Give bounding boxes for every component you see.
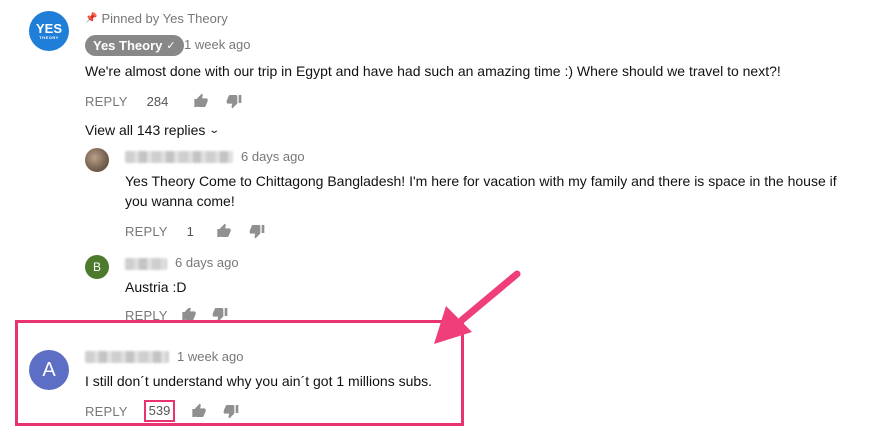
reply-button[interactable]: REPLY [85,404,128,419]
chevron-down-icon: ⌄ [208,124,221,136]
author-name: Yes Theory [93,38,163,53]
reply-action-bar-clipped: REPLY [125,308,228,320]
thumbs-down-icon[interactable] [249,223,265,239]
reply-button[interactable]: REPLY [85,94,128,109]
pinned-indicator: 📌 Pinned by Yes Theory [85,11,228,26]
pin-icon: 📌 [85,13,98,24]
thumbs-down-icon[interactable] [226,93,242,109]
redacted-username [125,258,167,270]
pinned-action-bar: REPLY 284 [85,93,242,109]
avatar-letter: A [42,358,56,381]
pinned-timestamp[interactable]: 1 week ago [184,37,251,52]
pinned-comment-text: We're almost done with our trip in Egypt… [85,63,781,79]
thumbs-up-icon[interactable] [191,403,207,419]
thumbs-down-icon[interactable] [223,403,239,419]
view-replies-label: View all 143 replies [85,122,206,138]
reply-comment-text: Austria :D [125,279,187,295]
like-count-highlighted: 539 [143,400,176,422]
comment-action-bar: REPLY 539 [85,400,239,422]
reply-avatar-photo[interactable] [85,148,109,172]
channel-avatar-text: YES [35,21,62,36]
commenter-avatar-a[interactable]: A [29,350,69,390]
view-replies-button[interactable]: View all 143 replies ⌄ [85,122,221,138]
pinned-label: Pinned by Yes Theory [101,11,228,26]
reply-avatar-b[interactable]: B [85,255,109,279]
redacted-username [85,351,169,363]
reply-comment-text-line1: Yes Theory Come to Chittagong Bangladesh… [125,173,837,189]
author-badge[interactable]: Yes Theory ✓ [85,35,184,56]
thumbs-up-icon[interactable] [193,93,209,109]
reply-timestamp[interactable]: 6 days ago [175,255,239,270]
thumbs-down-icon[interactable] [212,308,228,320]
like-count: 284 [146,93,169,109]
reply-action-bar: REPLY 1 [125,223,265,239]
annotation-arrow-icon [434,270,521,344]
like-count: 1 [186,223,194,239]
reply-button[interactable]: REPLY [125,224,168,239]
reply-comment-text-line2: you wanna come! [125,193,235,209]
reply-timestamp[interactable]: 6 days ago [241,149,305,164]
verified-check-icon: ✓ [166,40,176,52]
reply-button[interactable]: REPLY [125,308,168,320]
comment-text: I still don´t understand why you ain´t g… [85,373,433,389]
thumbs-up-icon[interactable] [216,223,232,239]
channel-avatar[interactable]: YES THEORY [29,11,69,51]
avatar-letter: B [92,260,101,274]
redacted-username [125,151,233,163]
comment-timestamp[interactable]: 1 week ago [177,349,244,364]
thumbs-up-icon[interactable] [181,308,197,320]
